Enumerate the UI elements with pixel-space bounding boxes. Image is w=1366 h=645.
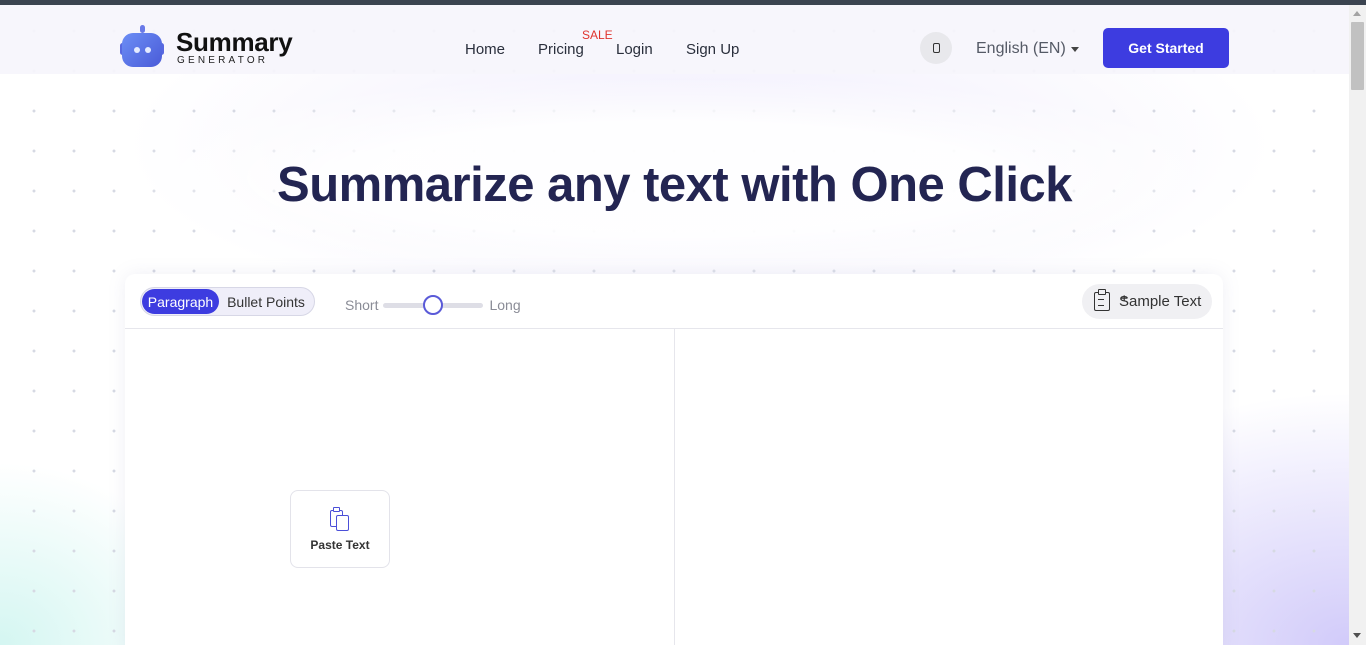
mode-paragraph-button[interactable]: Paragraph <box>142 289 219 314</box>
mode-toggle: Paragraph Bullet Points <box>140 287 315 316</box>
sample-text-label: Sample Text <box>1119 293 1202 310</box>
slider-min-label: Short <box>345 297 379 313</box>
length-slider[interactable] <box>383 294 484 315</box>
paste-clipboard-icon <box>330 506 350 531</box>
caret-down-icon <box>1070 46 1079 52</box>
input-text-area[interactable]: Paste Text <box>125 330 674 645</box>
scroll-up-arrow-icon[interactable] <box>1353 11 1361 16</box>
length-slider-handle[interactable] <box>423 294 444 315</box>
summary-output-area <box>675 330 1223 645</box>
paste-text-label: Paste Text <box>310 537 370 552</box>
clipboard-plus-icon: + <box>1094 289 1127 311</box>
page-scrollbar[interactable] <box>1349 5 1366 645</box>
sale-badge: SALE <box>582 28 613 42</box>
nav-signup[interactable]: Sign Up <box>686 41 739 58</box>
sample-text-button[interactable]: + Sample Text <box>1082 284 1212 319</box>
language-selector[interactable]: English (EN) <box>976 40 1079 58</box>
scrollbar-thumb[interactable] <box>1351 22 1364 90</box>
robot-logo-icon <box>120 25 164 67</box>
brand-tagline: GENERATOR <box>177 54 269 66</box>
slider-max-label: Long <box>489 297 521 313</box>
nav-pricing[interactable]: Pricing <box>538 41 584 58</box>
paste-text-button[interactable]: Paste Text <box>290 490 390 568</box>
scroll-down-arrow-icon[interactable] <box>1353 633 1361 638</box>
brand-logo[interactable]: Summary GENERATOR <box>120 25 293 67</box>
nav-home[interactable]: Home <box>465 41 505 58</box>
summarizer-toolbar: Paragraph Bullet Points Short Long + Sam… <box>125 274 1223 329</box>
length-slider-row: Short Long <box>345 294 521 315</box>
site-header: Summary GENERATOR Home Pricing SALE Logi… <box>0 5 1349 74</box>
mode-bullet-points-button[interactable]: Bullet Points <box>219 289 313 314</box>
hero-title: Summarize any text with One Click <box>277 158 1072 212</box>
theme-toggle-button[interactable] <box>920 32 952 64</box>
language-label: English (EN) <box>976 40 1066 57</box>
page: Summary GENERATOR Home Pricing SALE Logi… <box>0 5 1349 645</box>
nav-login[interactable]: Login <box>616 41 653 58</box>
summarizer-card: Paragraph Bullet Points Short Long + Sam… <box>125 274 1223 645</box>
get-started-button[interactable]: Get Started <box>1103 28 1229 68</box>
mobile-theme-icon <box>932 43 940 53</box>
brand-name: Summary <box>176 26 293 57</box>
